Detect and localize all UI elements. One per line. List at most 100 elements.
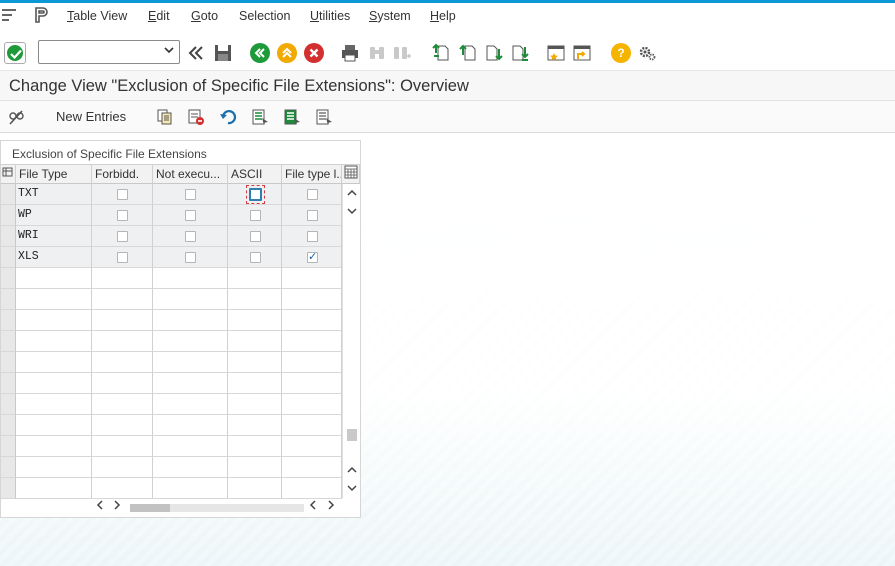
cell-not-executable[interactable] (153, 184, 228, 205)
undo-icon[interactable] (219, 108, 237, 126)
checkbox[interactable] (250, 252, 261, 263)
row-selector[interactable] (1, 226, 16, 247)
column-header-ascii[interactable]: ASCII (228, 164, 282, 184)
menu-goto[interactable]: Goto (191, 9, 218, 23)
checkbox[interactable] (117, 189, 128, 200)
new-entries-button[interactable]: New Entries (56, 109, 126, 124)
cell-file-type[interactable]: TXT (16, 184, 92, 205)
cell-file-type[interactable]: XLS (16, 247, 92, 268)
cell-forbidden[interactable] (92, 205, 153, 226)
checkbox[interactable] (185, 252, 196, 263)
checkbox[interactable] (307, 189, 318, 200)
row-selector[interactable] (1, 310, 16, 331)
select-all-icon[interactable] (251, 108, 269, 126)
cell-not-executable[interactable] (153, 226, 228, 247)
back-double-icon[interactable] (186, 43, 206, 63)
row-selector[interactable] (1, 205, 16, 226)
copy-as-icon[interactable] (156, 108, 174, 126)
cell-not-executable[interactable] (153, 247, 228, 268)
cell-forbidden[interactable] (92, 247, 153, 268)
checkbox[interactable] (250, 210, 261, 221)
save-icon[interactable] (213, 43, 233, 63)
row-selector[interactable] (1, 331, 16, 352)
scroll-down-icon[interactable] (347, 207, 357, 217)
prev-page-icon[interactable] (458, 43, 478, 63)
vertical-scrollbar[interactable] (342, 184, 360, 498)
find-icon[interactable] (367, 43, 387, 63)
cell-ascii[interactable] (228, 247, 282, 268)
deselect-all-icon[interactable] (315, 108, 333, 126)
scroll-left-icon[interactable] (96, 500, 103, 513)
column-right-icon[interactable] (328, 500, 335, 513)
checkbox[interactable] (307, 231, 318, 242)
page-up-icon[interactable] (347, 465, 357, 475)
menu-help[interactable]: Help (430, 9, 456, 23)
cell-forbidden[interactable] (92, 184, 153, 205)
new-session-icon[interactable] (546, 43, 566, 63)
row-selector[interactable] (1, 268, 16, 289)
shortcut-icon[interactable] (572, 43, 592, 63)
checkbox[interactable] (117, 210, 128, 221)
column-config-icon[interactable] (342, 164, 360, 184)
column-header-not-executable[interactable]: Not execu... (153, 164, 228, 184)
cell-file-type[interactable]: WP (16, 205, 92, 226)
column-header-file-type-l[interactable]: File type l... (282, 164, 342, 184)
scroll-up-icon[interactable] (347, 188, 357, 198)
cell-ascii[interactable] (228, 184, 282, 205)
menu-utilities[interactable]: Utilities (310, 9, 350, 23)
delete-icon[interactable] (187, 108, 205, 126)
back-icon[interactable] (250, 43, 270, 63)
print-icon[interactable] (340, 43, 360, 63)
checkbox[interactable] (117, 252, 128, 263)
row-selector[interactable] (1, 373, 16, 394)
chevron-down-icon[interactable] (164, 46, 174, 57)
cell-file-type-l[interactable] (282, 184, 342, 205)
command-field[interactable] (38, 40, 180, 64)
cell-file-type-l[interactable] (282, 226, 342, 247)
row-selector[interactable] (1, 436, 16, 457)
menu-icon[interactable] (2, 9, 16, 21)
row-selector[interactable] (1, 415, 16, 436)
table-settings-icon[interactable] (1, 164, 16, 184)
checkbox[interactable] (185, 210, 196, 221)
checkbox[interactable] (307, 250, 318, 263)
cell-ascii[interactable] (228, 226, 282, 247)
menu-edit[interactable]: Edit (148, 9, 170, 23)
horizontal-scroll-thumb[interactable] (130, 504, 170, 512)
cell-file-type[interactable]: WRI (16, 226, 92, 247)
last-page-icon[interactable] (510, 43, 530, 63)
row-selector[interactable] (1, 457, 16, 478)
cell-file-type-l[interactable] (282, 205, 342, 226)
settings-icon[interactable] (637, 43, 657, 63)
display-change-icon[interactable] (8, 108, 26, 126)
menu-selection[interactable]: Selection (239, 9, 290, 23)
select-block-icon[interactable] (283, 108, 301, 126)
scroll-right-icon[interactable] (114, 500, 121, 513)
next-page-icon[interactable] (484, 43, 504, 63)
checkbox[interactable] (307, 210, 318, 221)
row-selector[interactable] (1, 394, 16, 415)
checkbox[interactable] (185, 189, 196, 200)
horizontal-scrollbar[interactable] (94, 500, 344, 516)
cell-forbidden[interactable] (92, 226, 153, 247)
scroll-thumb[interactable] (347, 429, 357, 441)
row-selector[interactable] (1, 289, 16, 310)
checkbox[interactable] (117, 231, 128, 242)
row-selector[interactable] (1, 352, 16, 373)
menu-system[interactable]: System (369, 9, 411, 23)
row-selector[interactable] (1, 247, 16, 268)
row-selector[interactable] (1, 184, 16, 205)
page-down-icon[interactable] (347, 484, 357, 494)
column-header-file-type[interactable]: File Type (16, 164, 92, 184)
cell-ascii[interactable] (228, 205, 282, 226)
cancel-icon[interactable] (304, 43, 324, 63)
checkbox[interactable] (250, 231, 261, 242)
menu-table-view[interactable]: Table View (67, 9, 127, 23)
cell-file-type-l[interactable] (282, 247, 342, 268)
first-page-icon[interactable] (431, 43, 451, 63)
ok-icon[interactable] (4, 42, 26, 64)
find-next-icon[interactable] (392, 43, 412, 63)
cell-not-executable[interactable] (153, 205, 228, 226)
column-left-icon[interactable] (309, 500, 316, 513)
help-icon[interactable]: ? (611, 43, 631, 63)
